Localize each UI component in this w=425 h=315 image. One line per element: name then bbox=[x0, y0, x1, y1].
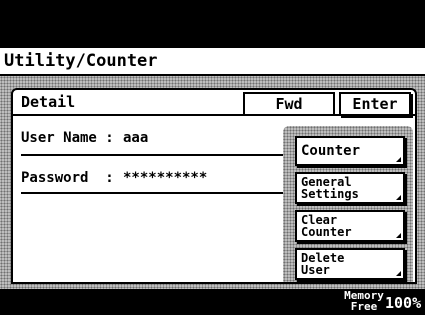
memory-label-line2: Free bbox=[350, 300, 378, 313]
password-label: Password : bbox=[21, 170, 114, 186]
corner-triangle-icon bbox=[396, 157, 401, 162]
password-underline bbox=[21, 192, 283, 194]
corner-triangle-icon bbox=[396, 271, 401, 276]
clear-counter-line2: Counter bbox=[301, 225, 352, 239]
user-name-label: User Name : bbox=[21, 130, 114, 146]
memory-free-value: 100% bbox=[385, 294, 422, 312]
delete-user-button[interactable]: Delete User bbox=[295, 248, 405, 280]
password-value: ********** bbox=[123, 170, 208, 186]
status-bar: Memory Free 100% bbox=[0, 289, 425, 315]
corner-triangle-icon bbox=[396, 195, 401, 200]
copier-screen: Utility/Counter Detail Fwd Enter User Na… bbox=[0, 0, 425, 315]
enter-button[interactable]: Enter bbox=[339, 92, 411, 116]
detail-panel: Detail Fwd Enter User Name : aaa Passwor… bbox=[11, 88, 417, 284]
counter-button-label: Counter bbox=[301, 143, 361, 159]
user-name-underline bbox=[21, 154, 283, 156]
clear-counter-button[interactable]: Clear Counter bbox=[295, 210, 405, 242]
top-black-band bbox=[0, 0, 425, 46]
delete-user-line2: User bbox=[301, 263, 330, 277]
corner-triangle-icon bbox=[396, 233, 401, 238]
counter-button[interactable]: Counter bbox=[295, 136, 405, 166]
memory-free-label: Memory Free bbox=[340, 290, 388, 312]
general-settings-button[interactable]: General Settings bbox=[295, 172, 405, 204]
detail-tab-label: Detail bbox=[21, 93, 76, 111]
title-bar: Utility/Counter bbox=[0, 48, 425, 76]
side-button-column: Counter General Settings Clear Counter D… bbox=[283, 126, 413, 282]
screen-title: Utility/Counter bbox=[4, 51, 158, 71]
fwd-button[interactable]: Fwd bbox=[243, 92, 335, 116]
general-settings-line2: Settings bbox=[301, 187, 359, 201]
user-name-value: aaa bbox=[123, 130, 149, 146]
